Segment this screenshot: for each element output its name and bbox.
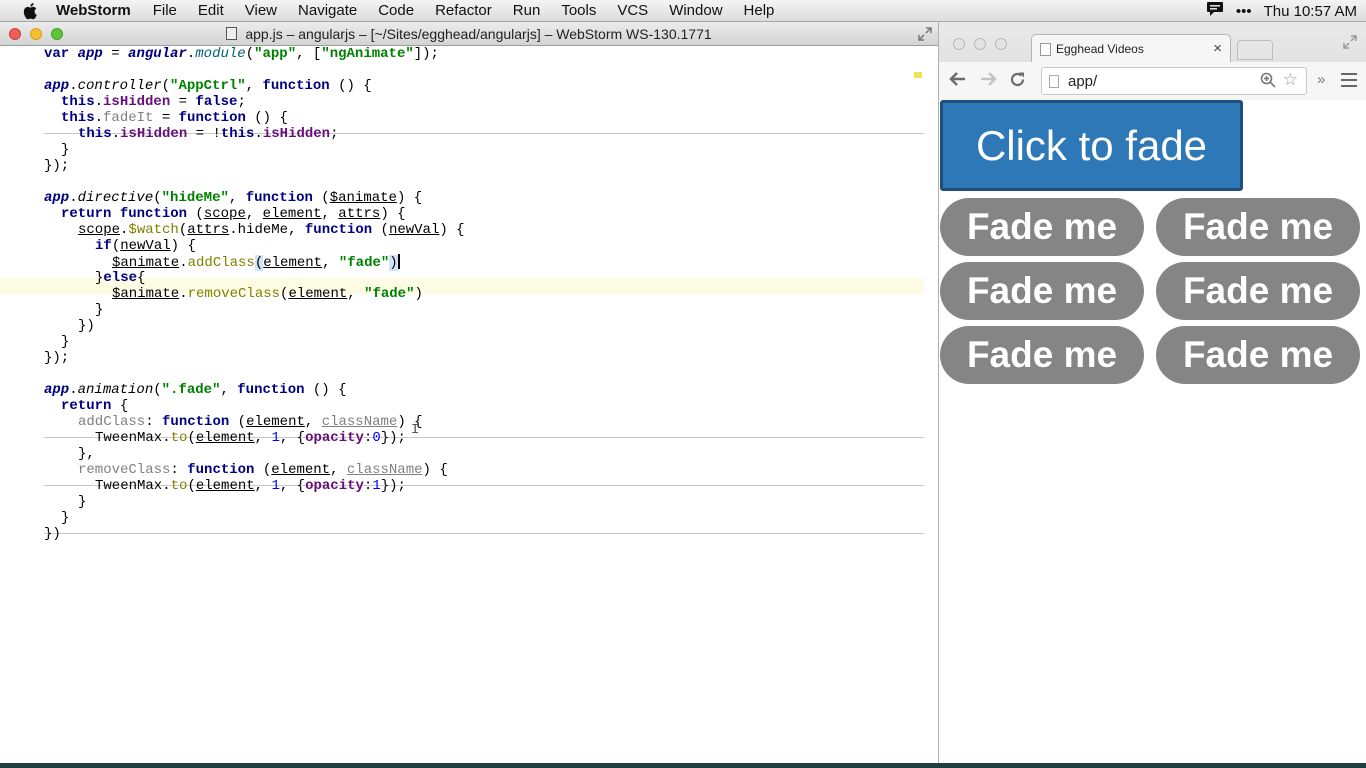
status-dots-icon[interactable]: ••• xyxy=(1236,3,1252,20)
ide-title-bar[interactable]: app.js – angularjs – [~/Sites/egghead/an… xyxy=(0,22,938,46)
code-line: }) xyxy=(44,526,61,542)
code-line: return function (scope, element, attrs) … xyxy=(61,206,406,222)
code-line: var app = angular.module("app", ["ngAnim… xyxy=(44,46,439,62)
code-line: TweenMax.to(element, 1, {opacity:1}); xyxy=(95,478,406,494)
browser-minimize-button[interactable] xyxy=(974,38,986,50)
menubar-status-area: ••• Thu 10:57 AM xyxy=(1206,0,1357,22)
back-arrow-icon[interactable] xyxy=(949,71,967,92)
ide-window: app.js – angularjs – [~/Sites/egghead/an… xyxy=(0,22,938,763)
apple-icon[interactable] xyxy=(20,0,42,22)
code-line: }) xyxy=(78,318,95,334)
address-bar[interactable]: app/ ☆ xyxy=(1041,67,1307,95)
extensions-overflow-icon[interactable]: » xyxy=(1317,71,1325,88)
warning-stripe-marker[interactable] xyxy=(914,72,922,78)
browser-close-button[interactable] xyxy=(953,38,965,50)
code-line: addClass: function (element, className) … xyxy=(78,414,423,430)
tab-title: Egghead Videos xyxy=(1056,42,1144,56)
code-line: } xyxy=(61,142,70,158)
code-line: scope.$watch(attrs.hideMe, function (new… xyxy=(78,222,465,238)
page-icon xyxy=(1049,75,1059,88)
code-line: if(newVal) { xyxy=(95,238,196,254)
code-line: this.isHidden = !this.isHidden; xyxy=(78,126,339,142)
fade-me-item: Fade me xyxy=(940,326,1144,384)
code-line: app.directive("hideMe", function ($anima… xyxy=(44,190,423,206)
code-line: removeClass: function (element, classNam… xyxy=(78,462,448,478)
fullscreen-icon[interactable] xyxy=(918,27,932,46)
new-tab-button[interactable] xyxy=(1237,40,1273,60)
tab-close-icon[interactable]: × xyxy=(1213,40,1222,57)
menu-bar: WebStorm File Edit View Navigate Code Re… xyxy=(0,0,1366,22)
code-line: }); xyxy=(44,158,70,174)
menu-file[interactable]: File xyxy=(153,2,177,19)
menu-edit[interactable]: Edit xyxy=(198,2,224,19)
url-text: app/ xyxy=(1068,73,1098,90)
file-icon xyxy=(226,27,238,40)
chat-bubble-icon[interactable] xyxy=(1206,1,1224,21)
code-line: app.controller("AppCtrl", function () { xyxy=(44,78,372,94)
code-line: $animate.removeClass(element, "fade") xyxy=(112,286,423,302)
code-line: this.isHidden = false; xyxy=(61,94,246,110)
forward-arrow-icon[interactable] xyxy=(979,71,997,92)
code-line: return { xyxy=(61,398,129,414)
dock-edge xyxy=(0,763,1366,768)
menu-tools[interactable]: Tools xyxy=(561,2,596,19)
reload-icon[interactable] xyxy=(1009,71,1026,93)
bookmark-star-icon[interactable]: ☆ xyxy=(1283,70,1298,90)
menu-vcs[interactable]: VCS xyxy=(617,2,648,19)
code-line: } xyxy=(61,510,70,526)
fade-me-item: Fade me xyxy=(940,262,1144,320)
click-to-fade-button[interactable]: Click to fade xyxy=(940,100,1243,191)
browser-chrome: Egghead Videos × app/ ☆ » xyxy=(939,22,1366,100)
code-line: app.animation(".fade", function () { xyxy=(44,382,347,398)
menubar-clock[interactable]: Thu 10:57 AM xyxy=(1264,3,1357,20)
browser-window: Egghead Videos × app/ ☆ » Click to fade … xyxy=(938,22,1366,763)
zoom-icon[interactable] xyxy=(1260,72,1276,92)
page-icon xyxy=(1040,43,1051,56)
text-cursor-ibeam-icon: I xyxy=(411,422,420,438)
method-separator xyxy=(44,533,924,534)
code-line: } xyxy=(78,494,87,510)
browser-toolbar: app/ ☆ » xyxy=(939,62,1366,100)
code-line: this.fadeIt = function () { xyxy=(61,110,288,126)
ide-window-title-text: app.js – angularjs – [~/Sites/egghead/an… xyxy=(245,26,712,42)
menu-window[interactable]: Window xyxy=(669,2,722,19)
ide-window-title: app.js – angularjs – [~/Sites/egghead/an… xyxy=(0,26,938,42)
code-line-current: $animate.addClass(element, "fade") xyxy=(112,254,400,271)
menu-code[interactable]: Code xyxy=(378,2,414,19)
menu-help[interactable]: Help xyxy=(744,2,775,19)
code-line: }else{ xyxy=(95,270,146,286)
fade-me-item: Fade me xyxy=(940,198,1144,256)
browser-zoom-button[interactable] xyxy=(995,38,1007,50)
fade-me-item: Fade me xyxy=(1156,198,1360,256)
fullscreen-icon[interactable] xyxy=(1343,35,1357,54)
app-menu-webstorm[interactable]: WebStorm xyxy=(56,2,131,19)
code-line: } xyxy=(61,334,70,350)
code-line: }, xyxy=(78,446,95,462)
code-line: } xyxy=(95,302,104,318)
code-line: TweenMax.to(element, 1, {opacity:0}); xyxy=(95,430,406,446)
code-line: }); xyxy=(44,350,70,366)
text-caret xyxy=(397,254,400,269)
menu-refactor[interactable]: Refactor xyxy=(435,2,492,19)
fade-me-item: Fade me xyxy=(1156,326,1360,384)
browser-menu-icon[interactable] xyxy=(1341,73,1357,91)
fade-me-item: Fade me xyxy=(1156,262,1360,320)
menu-view[interactable]: View xyxy=(245,2,277,19)
menu-run[interactable]: Run xyxy=(513,2,541,19)
tab-egghead-videos[interactable]: Egghead Videos × xyxy=(1031,34,1231,62)
code-editor[interactable]: var app = angular.module("app", ["ngAnim… xyxy=(0,46,924,763)
menu-navigate[interactable]: Navigate xyxy=(298,2,357,19)
